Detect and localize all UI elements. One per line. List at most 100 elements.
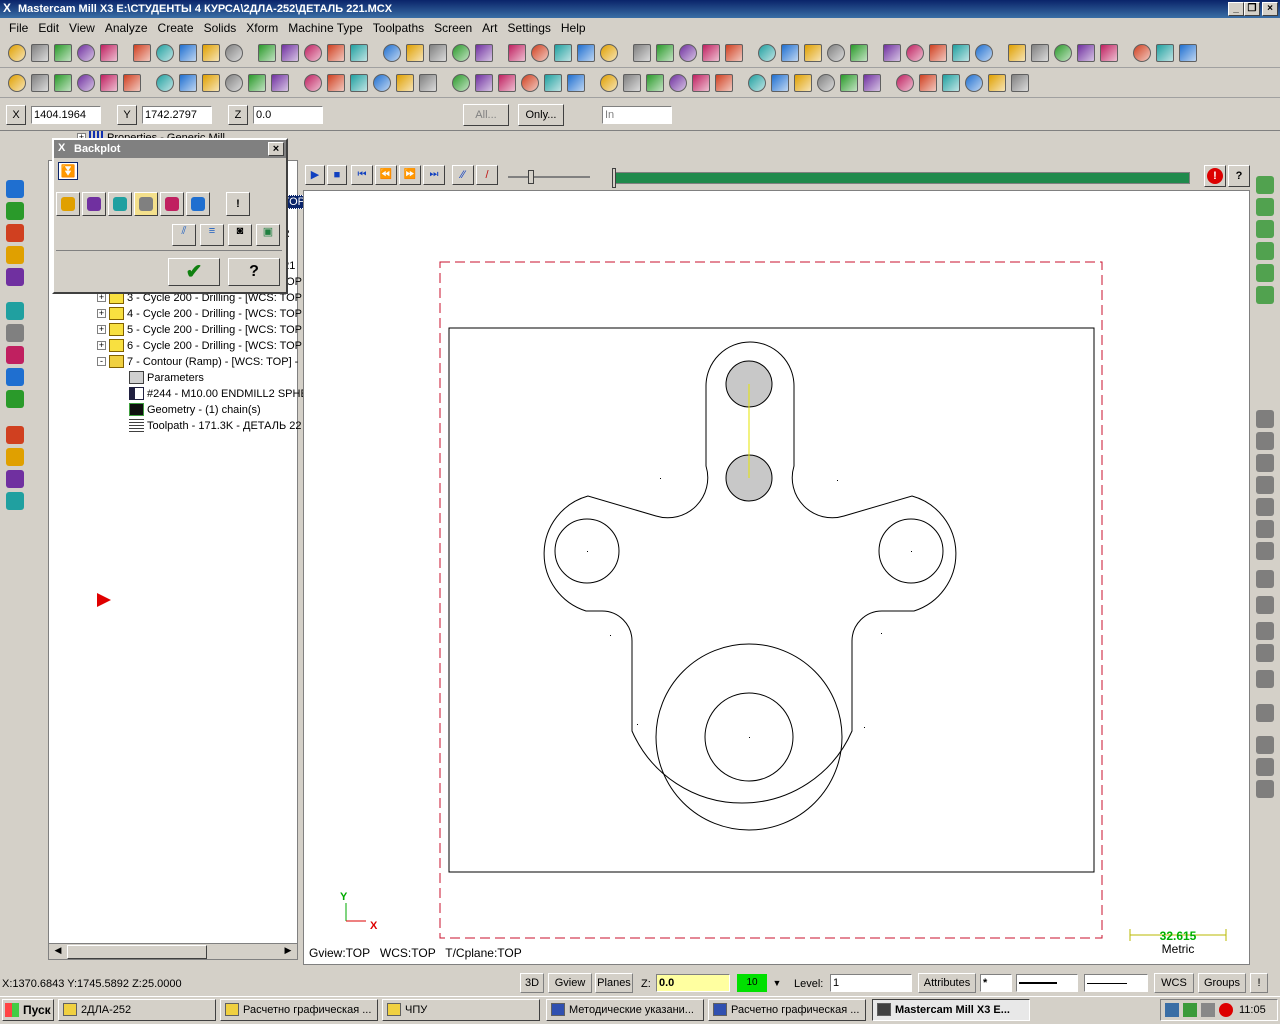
tb2-tool-40-icon[interactable]	[965, 74, 983, 92]
tb2-tool-31-icon[interactable]	[748, 74, 766, 92]
tb2-tool-22-icon[interactable]	[521, 74, 539, 92]
expand-icon[interactable]: +	[97, 309, 106, 318]
tb2-tool-36-icon[interactable]	[863, 74, 881, 92]
camera-button[interactable]: ◙	[228, 224, 252, 246]
tb1-tool-6-icon[interactable]	[133, 44, 151, 62]
taskbar-item[interactable]: Расчетно графическая ...	[708, 999, 866, 1021]
right-tool-20-icon[interactable]	[1256, 736, 1274, 754]
tb1-tool-8-icon[interactable]	[179, 44, 197, 62]
tb2-tool-20-icon[interactable]	[475, 74, 493, 92]
level-field[interactable]: 1	[830, 974, 912, 992]
tb2-tool-26-icon[interactable]	[623, 74, 641, 92]
wcs-button[interactable]: WCS	[1154, 973, 1194, 993]
right-tool-2-icon[interactable]	[1256, 198, 1274, 216]
menu-machine-type[interactable]: Machine Type	[283, 21, 368, 35]
right-tool-8-icon[interactable]	[1256, 432, 1274, 450]
z-coordinate-field[interactable]: 0.0	[253, 106, 323, 124]
gview-button[interactable]: Gview	[548, 973, 592, 993]
attributes-button[interactable]: Attributes	[918, 973, 976, 993]
playback-help-button[interactable]: ?	[1228, 165, 1250, 187]
trail-options-button[interactable]: ≡	[200, 224, 224, 246]
left-tool-14-icon[interactable]	[6, 492, 24, 510]
tb2-tool-10-icon[interactable]	[225, 74, 243, 92]
tb1-tool-29-icon[interactable]	[702, 44, 720, 62]
tb2-tool-35-icon[interactable]	[840, 74, 858, 92]
tb2-tool-4-icon[interactable]	[77, 74, 95, 92]
left-tool-1-icon[interactable]	[6, 180, 24, 198]
tb1-tool-39-icon[interactable]	[952, 44, 970, 62]
right-tool-6-icon[interactable]	[1256, 286, 1274, 304]
taskbar-item[interactable]: Расчетно графическая ...	[220, 999, 378, 1021]
tb2-tool-17-icon[interactable]	[396, 74, 414, 92]
play-button[interactable]: ▶	[305, 165, 325, 185]
y-coordinate-field[interactable]: 1742.2797	[142, 106, 212, 124]
groups-button[interactable]: Groups	[1198, 973, 1246, 993]
step-forward-button[interactable]: ⏩	[399, 165, 421, 185]
menu-file[interactable]: File	[4, 21, 33, 35]
left-tool-2-icon[interactable]	[6, 202, 24, 220]
tb1-tool-27-icon[interactable]	[656, 44, 674, 62]
tb2-tool-6-icon[interactable]	[123, 74, 141, 92]
tb1-tool-3-icon[interactable]	[54, 44, 72, 62]
tb1-tool-41-icon[interactable]	[1008, 44, 1026, 62]
left-tool-12-icon[interactable]	[6, 448, 24, 466]
tb2-tool-1-icon[interactable]	[8, 74, 26, 92]
tb1-tool-45-icon[interactable]	[1100, 44, 1118, 62]
tb2-tool-3-icon[interactable]	[54, 74, 72, 92]
tb1-tool-38-icon[interactable]	[929, 44, 947, 62]
color-field[interactable]: 10	[737, 974, 767, 992]
collapse-icon[interactable]: -	[97, 357, 106, 366]
tb1-tool-31-icon[interactable]	[758, 44, 776, 62]
menu-settings[interactable]: Settings	[503, 21, 556, 35]
speed-slider-track[interactable]	[508, 176, 590, 178]
tb2-tool-32-icon[interactable]	[771, 74, 789, 92]
left-tool-10-icon[interactable]	[6, 390, 24, 408]
tb1-tool-48-icon[interactable]	[1179, 44, 1197, 62]
tb2-tool-5-icon[interactable]	[100, 74, 118, 92]
tb1-tool-12-icon[interactable]	[281, 44, 299, 62]
tb1-tool-28-icon[interactable]	[679, 44, 697, 62]
units-select[interactable]: In	[602, 106, 672, 124]
display-rapid-icon[interactable]	[108, 192, 132, 216]
right-tool-17-icon[interactable]	[1256, 644, 1274, 662]
tb1-tool-23-icon[interactable]	[554, 44, 572, 62]
tb1-tool-1-icon[interactable]	[8, 44, 26, 62]
tb1-tool-24-icon[interactable]	[577, 44, 595, 62]
tb1-tool-15-icon[interactable]	[350, 44, 368, 62]
tb1-tool-44-icon[interactable]	[1077, 44, 1095, 62]
tb2-tool-30-icon[interactable]	[715, 74, 733, 92]
right-tool-10-icon[interactable]	[1256, 476, 1274, 494]
tb1-tool-4-icon[interactable]	[77, 44, 95, 62]
left-tool-13-icon[interactable]	[6, 470, 24, 488]
menu-art[interactable]: Art	[477, 21, 502, 35]
right-tool-4-icon[interactable]	[1256, 242, 1274, 260]
right-tool-21-icon[interactable]	[1256, 758, 1274, 776]
tray-safely-remove-icon[interactable]	[1183, 1003, 1197, 1017]
tb1-tool-13-icon[interactable]	[304, 44, 322, 62]
tb2-tool-21-icon[interactable]	[498, 74, 516, 92]
expand-icon[interactable]: +	[97, 293, 106, 302]
expand-icon[interactable]: +	[97, 341, 106, 350]
tb1-tool-2-icon[interactable]	[31, 44, 49, 62]
display-entity-icon[interactable]	[134, 192, 158, 216]
toolpath-display-button[interactable]: ⁄⁄	[452, 165, 474, 185]
tb2-tool-11-icon[interactable]	[248, 74, 266, 92]
tb1-tool-26-icon[interactable]	[633, 44, 651, 62]
menu-screen[interactable]: Screen	[429, 21, 477, 35]
left-tool-9-icon[interactable]	[6, 368, 24, 386]
taskbar-item[interactable]: ЧПУ	[382, 999, 540, 1021]
tb2-tool-25-icon[interactable]	[600, 74, 618, 92]
right-tool-1-icon[interactable]	[1256, 176, 1274, 194]
tb1-tool-21-icon[interactable]	[508, 44, 526, 62]
tb1-tool-16-icon[interactable]	[383, 44, 401, 62]
tb1-tool-10-icon[interactable]	[225, 44, 243, 62]
display-endpoints-icon[interactable]	[160, 192, 184, 216]
fast-forward-button[interactable]: ⏭	[423, 165, 445, 185]
expand-icon[interactable]: ⏬	[58, 162, 78, 180]
tb2-tool-42-icon[interactable]	[1011, 74, 1029, 92]
tb2-tool-28-icon[interactable]	[669, 74, 687, 92]
planes-button[interactable]: Planes	[595, 973, 633, 993]
menu-xform[interactable]: Xform	[241, 21, 283, 35]
menu-toolpaths[interactable]: Toolpaths	[368, 21, 429, 35]
tb2-tool-23-icon[interactable]	[544, 74, 562, 92]
